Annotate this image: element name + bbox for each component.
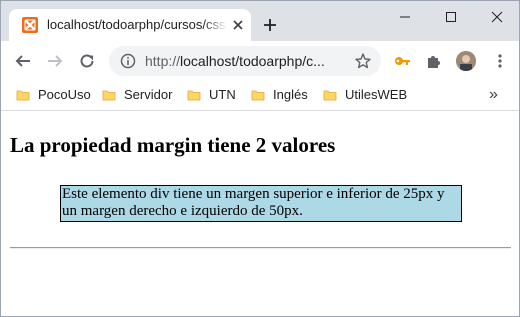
more-bookmarks-chevron-icon[interactable]: » [489, 87, 505, 103]
url-text[interactable]: http://localhost/todoarphp/c... [145, 53, 341, 69]
menu-kebab-icon[interactable] [491, 52, 509, 70]
bookmark-label: UTN [209, 87, 236, 102]
bookmark-label: PocoUso [38, 87, 91, 102]
maximize-icon[interactable] [437, 7, 465, 27]
minimize-icon[interactable] [391, 7, 419, 27]
url-path: localhost/todoarphp/c... [180, 53, 325, 69]
new-tab-icon[interactable] [262, 17, 278, 33]
folder-icon [251, 88, 265, 102]
folder-icon [187, 88, 201, 102]
page-title: La propiedad margin tiene 2 valores [10, 133, 336, 157]
url-scheme: http:// [145, 53, 181, 69]
bookmarks-bar: PocoUso Servidor UTN Inglés UtilesWEB » [1, 81, 519, 111]
tab-title: localhost/todoarphp/cursos/css/ej [47, 17, 227, 32]
profile-avatar[interactable] [456, 51, 476, 71]
key-icon[interactable] [393, 52, 411, 70]
close-tab-icon[interactable] [231, 18, 245, 32]
extensions-puzzle-icon[interactable] [425, 52, 443, 70]
browser-toolbar: http://localhost/todoarphp/c... [1, 41, 519, 81]
xampp-favicon-icon [22, 17, 38, 33]
folder-icon [323, 88, 337, 102]
bookmark-label: Servidor [124, 87, 173, 102]
tab-strip: localhost/todoarphp/cursos/css/ej [1, 1, 519, 41]
close-window-icon[interactable] [483, 7, 511, 27]
page-content: La propiedad margin tiene 2 valores Este… [1, 112, 519, 316]
bookmark-label: UtilesWEB [345, 87, 408, 102]
bookmark-star-icon[interactable] [354, 52, 372, 70]
forward-arrow-icon[interactable] [46, 52, 64, 70]
browser-window: localhost/todoarphp/cursos/css/ej http:/… [0, 0, 520, 317]
horizontal-rule [10, 247, 511, 249]
reload-icon[interactable] [78, 52, 96, 70]
folder-icon [102, 88, 116, 102]
info-icon[interactable] [120, 53, 136, 69]
margin-demo-box: Este elemento div tiene un margen superi… [60, 185, 462, 222]
address-bar[interactable]: http://localhost/todoarphp/c... [109, 46, 381, 76]
back-arrow-icon[interactable] [14, 52, 32, 70]
folder-icon [16, 88, 30, 102]
bookmark-label: Inglés [273, 87, 308, 102]
browser-tab[interactable]: localhost/todoarphp/cursos/css/ej [9, 9, 251, 41]
